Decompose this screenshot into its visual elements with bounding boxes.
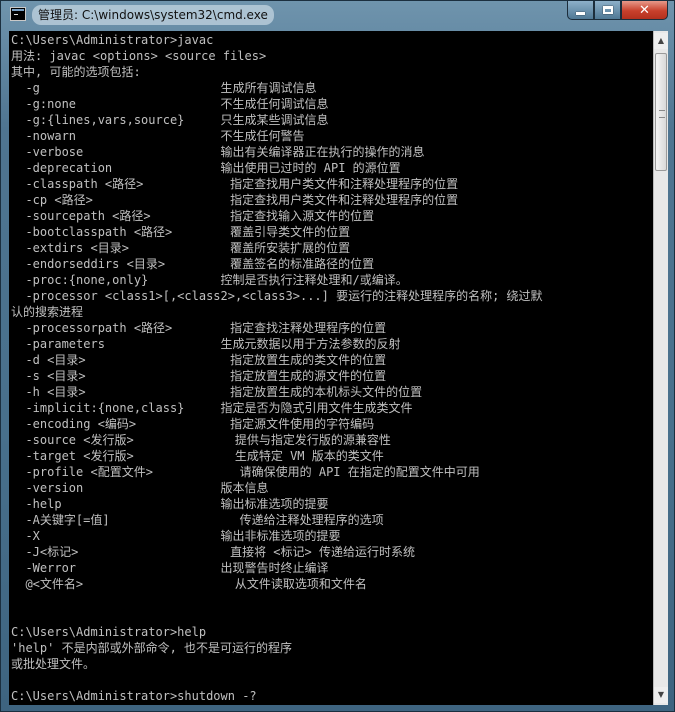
console-line: 或批处理文件。: [11, 657, 96, 671]
scroll-down-arrow-icon[interactable]: ▼: [654, 687, 668, 703]
console-output[interactable]: C:\Users\Administrator>javac 用法: javac <o…: [9, 31, 653, 705]
console-line: @<文件名> 从文件读取选项和文件名: [11, 577, 367, 591]
console-line: -g:none 不生成任何调试信息: [11, 97, 329, 111]
console-line: -X 输出非标准选项的提要: [11, 529, 341, 543]
console-line: -s <目录> 指定放置生成的源文件的位置: [11, 369, 387, 383]
console-line: -proc:{none,only} 控制是否执行注释处理和/或编译。: [11, 273, 408, 287]
minimize-button[interactable]: [567, 1, 594, 20]
scroll-up-arrow-icon[interactable]: ▲: [654, 33, 668, 49]
console-line: -target <发行版> 生成特定 VM 版本的类文件: [11, 449, 384, 463]
console-line: -processor <class1>[,<class2>,<class3>..…: [11, 289, 543, 303]
console-line: -h <目录> 指定放置生成的本机标头文件的位置: [11, 385, 423, 399]
console-line: -cp <路径> 指定查找用户类文件和注释处理程序的位置: [11, 193, 459, 207]
close-icon: ✕: [639, 2, 650, 18]
console-line: -implicit:{none,class} 指定是否为隐式引用文件生成类文件: [11, 401, 413, 415]
console-line: -deprecation 输出使用已过时的 API 的源位置: [11, 161, 401, 175]
console-line: -endorseddirs <目录> 覆盖签名的标准路径的位置: [11, 257, 375, 271]
console-line: -processorpath <路径> 指定查找注释处理程序的位置: [11, 321, 387, 335]
console-line: -sourcepath <路径> 指定查找输入源文件的位置: [11, 209, 375, 223]
maximize-button[interactable]: [594, 1, 621, 20]
console-line: -encoding <编码> 指定源文件使用的字符编码: [11, 417, 375, 431]
grip-icon: [659, 110, 665, 118]
minimize-icon: [576, 12, 585, 15]
vertical-scrollbar[interactable]: ▲ ▼: [653, 31, 668, 705]
console-line: 认的搜索进程: [11, 305, 84, 319]
console-line: -J<标记> 直接将 <标记> 传递给运行时系统: [11, 545, 415, 559]
console-line: 其中, 可能的选项包括:: [11, 65, 141, 79]
console-line: -extdirs <目录> 覆盖所安装扩展的位置: [11, 241, 351, 255]
console-line: -g 生成所有调试信息: [11, 81, 317, 95]
console-line: -Werror 出现警告时终止编译: [11, 561, 329, 575]
console-line: -classpath <路径> 指定查找用户类文件和注释处理程序的位置: [11, 177, 459, 191]
title-bar[interactable]: 管理员: C:\windows\system32\cmd.exe ✕: [1, 1, 674, 31]
console-line: C:\Users\Administrator>javac: [11, 33, 214, 47]
console-line: -bootclasspath <路径> 覆盖引导类文件的位置: [11, 225, 351, 239]
console-line: -profile <配置文件> 请确保使用的 API 在指定的配置文件中可用: [11, 465, 480, 479]
console-line: -g:{lines,vars,source} 只生成某些调试信息: [11, 113, 329, 127]
scrollbar-thumb[interactable]: [655, 53, 667, 171]
console-line: -d <目录> 指定放置生成的类文件的位置: [11, 353, 387, 367]
console-line: 'help' 不是内部或外部命令, 也不是可运行的程序: [11, 641, 293, 655]
console-line: C:\Users\Administrator>help: [11, 625, 207, 639]
window-controls: ✕: [567, 1, 668, 21]
console-line: -source <发行版> 提供与指定发行版的源兼容性: [11, 433, 391, 447]
console-line: -verbose 输出有关编译器正在执行的操作的消息: [11, 145, 425, 159]
close-button[interactable]: ✕: [621, 1, 668, 20]
console-line: -parameters 生成元数据以用于方法参数的反射: [11, 337, 401, 351]
console-line: -version 版本信息: [11, 481, 269, 495]
console-line: -nowarn 不生成任何警告: [11, 129, 305, 143]
cmd-app-icon[interactable]: [10, 7, 26, 21]
window-title: 管理员: C:\windows\system32\cmd.exe: [32, 5, 274, 25]
console-line: -A关键字[=值] 传递给注释处理程序的选项: [11, 513, 384, 527]
cmd-window: 管理员: C:\windows\system32\cmd.exe ✕ C:\Us…: [0, 0, 675, 712]
console-line: C:\Users\Administrator>shutdown -?: [11, 689, 257, 703]
maximize-icon: [602, 6, 613, 14]
console-line: -help 输出标准选项的提要: [11, 497, 329, 511]
console-line: 用法: javac <options> <source files>: [11, 49, 267, 63]
